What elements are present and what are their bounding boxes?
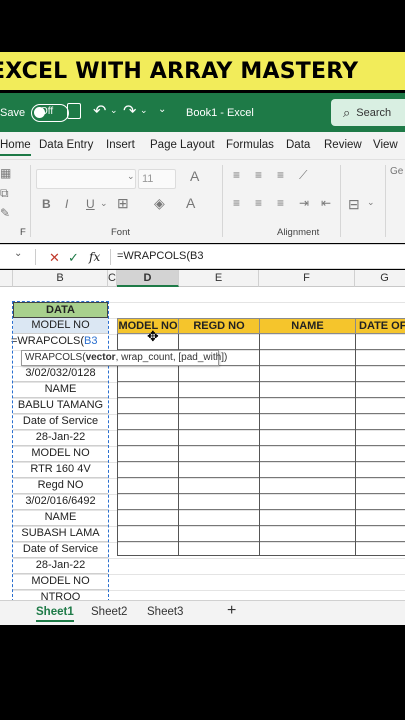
tooltip-remaining-args: , wrap_count, [pad_with]) bbox=[115, 352, 228, 363]
save-icon[interactable] bbox=[67, 103, 81, 119]
underline-dropdown-icon[interactable]: ⌄ bbox=[100, 198, 108, 209]
font-size-value: 11 bbox=[142, 173, 154, 185]
align-bottom-icon[interactable]: ≡ bbox=[277, 168, 284, 182]
sheet-tabs: Sheet1 Sheet2 Sheet3 + bbox=[0, 600, 405, 625]
banner-title: EXCEL WITH ARRAY MASTERY bbox=[0, 58, 359, 84]
tab-page-layout[interactable]: Page Layout bbox=[150, 139, 215, 151]
font-group-label: Font bbox=[111, 227, 131, 238]
enter-icon[interactable]: ✓ bbox=[68, 250, 79, 266]
italic-icon[interactable]: I bbox=[65, 197, 68, 211]
increase-font-icon[interactable]: A bbox=[190, 168, 199, 184]
autosave-label: Save bbox=[0, 106, 26, 119]
ribbon: ▦ ⧉ ✎ F ⌄ 11 A B I U ⌄ ⊞ ◈ A Font ≡ ≡ ≡ … bbox=[0, 159, 405, 243]
name-box-dropdown[interactable]: ⌄ bbox=[14, 248, 22, 259]
cursor-icon: ✥ bbox=[147, 328, 159, 344]
tab-review[interactable]: Review bbox=[324, 139, 362, 151]
sheet-tab-2[interactable]: Sheet2 bbox=[91, 606, 127, 618]
fill-color-icon[interactable]: ◈ bbox=[154, 195, 165, 212]
tooltip-current-arg: vector bbox=[85, 352, 116, 363]
worksheet-grid[interactable]: B C D E F G DATA MODEL NO =WRAPCOLS(B3 3… bbox=[0, 270, 405, 600]
divider bbox=[35, 249, 36, 265]
bold-icon[interactable]: B bbox=[42, 197, 51, 211]
search-icon: ⌕ bbox=[343, 104, 351, 120]
insert-function-icon[interactable]: fx bbox=[89, 250, 100, 264]
tab-insert[interactable]: Insert bbox=[106, 139, 135, 151]
merge-center-icon[interactable]: ⊟ bbox=[348, 196, 360, 213]
table-header-date[interactable]: DATE OF S bbox=[355, 318, 405, 334]
font-color-icon[interactable]: A bbox=[186, 195, 195, 211]
general-format-icon[interactable]: Ge bbox=[390, 166, 403, 177]
sheet-tab-3[interactable]: Sheet3 bbox=[147, 606, 183, 618]
search-box[interactable]: ⌕ Search bbox=[331, 99, 405, 126]
cancel-icon[interactable]: ✕ bbox=[49, 250, 60, 266]
table-column-divider bbox=[355, 334, 356, 556]
divider bbox=[30, 165, 31, 237]
redo-icon[interactable]: ↷ bbox=[123, 101, 136, 121]
undo-dropdown-icon[interactable]: ⌄ bbox=[110, 105, 118, 116]
divider bbox=[222, 165, 223, 237]
title-bar: Save Off ↶ ⌄ ↷ ⌄ ⌄ Book1 - Excel ⌕ Searc… bbox=[0, 93, 405, 132]
format-painter-icon[interactable]: ✎ bbox=[0, 206, 10, 220]
redo-dropdown-icon[interactable]: ⌄ bbox=[140, 105, 148, 116]
column-header-e[interactable]: E bbox=[179, 270, 259, 287]
tooltip-function: WRAPCOLS( bbox=[25, 352, 86, 363]
paste-icon[interactable]: ▦ bbox=[0, 166, 11, 180]
column-header-c[interactable]: C bbox=[108, 270, 117, 287]
formula-input[interactable]: =WRAPCOLS(B3 bbox=[117, 250, 204, 262]
sheet-tab-1[interactable]: Sheet1 bbox=[36, 606, 74, 622]
function-tooltip: WRAPCOLS(vector, wrap_count, [pad_with]) bbox=[21, 350, 227, 366]
table-bottom-border bbox=[117, 555, 405, 556]
customize-toolbar-icon[interactable]: ⌄ bbox=[158, 104, 166, 115]
divider bbox=[110, 249, 111, 265]
column-header-g[interactable]: G bbox=[355, 270, 405, 287]
align-right-icon[interactable]: ≡ bbox=[277, 196, 284, 210]
tab-data[interactable]: Data bbox=[286, 139, 310, 151]
alignment-group-label: Alignment bbox=[277, 227, 320, 238]
undo-icon[interactable]: ↶ bbox=[93, 101, 106, 121]
table-header-name[interactable]: NAME bbox=[259, 318, 356, 334]
merge-dropdown-icon[interactable]: ⌄ bbox=[367, 197, 375, 208]
range-selection-border bbox=[12, 301, 109, 600]
underline-icon[interactable]: U bbox=[86, 197, 95, 211]
clipboard-group-launcher[interactable]: F bbox=[20, 227, 26, 238]
align-top-icon[interactable]: ≡ bbox=[233, 168, 240, 182]
column-header-d[interactable]: D bbox=[117, 270, 179, 287]
outdent-icon[interactable]: ⇤ bbox=[321, 196, 331, 210]
formula-bar: ⌄ ✕ ✓ fx =WRAPCOLS(B3 bbox=[0, 244, 405, 269]
table-column-divider bbox=[178, 334, 179, 556]
column-header-b[interactable]: B bbox=[13, 270, 108, 287]
divider bbox=[340, 165, 341, 237]
output-table-body[interactable] bbox=[117, 334, 405, 556]
table-header-regd-no[interactable]: REGD NO bbox=[178, 318, 260, 334]
tab-view[interactable]: View bbox=[373, 139, 398, 151]
add-sheet-icon[interactable]: + bbox=[227, 602, 236, 620]
font-size-dropdown[interactable]: 11 bbox=[138, 169, 176, 189]
tab-home[interactable]: Home bbox=[0, 139, 31, 156]
ribbon-tabs: Home Data Entry Insert Page Layout Formu… bbox=[0, 132, 405, 159]
copy-icon[interactable]: ⧉ bbox=[0, 186, 9, 201]
borders-icon[interactable]: ⊞ bbox=[117, 195, 129, 212]
orientation-icon[interactable]: ⟋ bbox=[299, 168, 307, 183]
tab-data-entry[interactable]: Data Entry bbox=[39, 139, 93, 151]
align-middle-icon[interactable]: ≡ bbox=[255, 168, 262, 182]
align-center-icon[interactable]: ≡ bbox=[255, 196, 262, 210]
align-left-icon[interactable]: ≡ bbox=[233, 196, 240, 210]
tab-formulas[interactable]: Formulas bbox=[226, 139, 274, 151]
divider bbox=[385, 165, 386, 237]
autosave-state: Off bbox=[40, 106, 54, 117]
document-title: Book1 - Excel bbox=[186, 107, 254, 119]
row-header-corner[interactable] bbox=[0, 270, 13, 287]
search-label: Search bbox=[356, 106, 392, 119]
column-header-f[interactable]: F bbox=[259, 270, 355, 287]
table-column-divider bbox=[259, 334, 260, 556]
chevron-down-icon: ⌄ bbox=[127, 171, 135, 181]
banner: EXCEL WITH ARRAY MASTERY bbox=[0, 52, 405, 90]
font-name-dropdown[interactable] bbox=[36, 169, 136, 189]
indent-icon[interactable]: ⇥ bbox=[299, 196, 309, 210]
